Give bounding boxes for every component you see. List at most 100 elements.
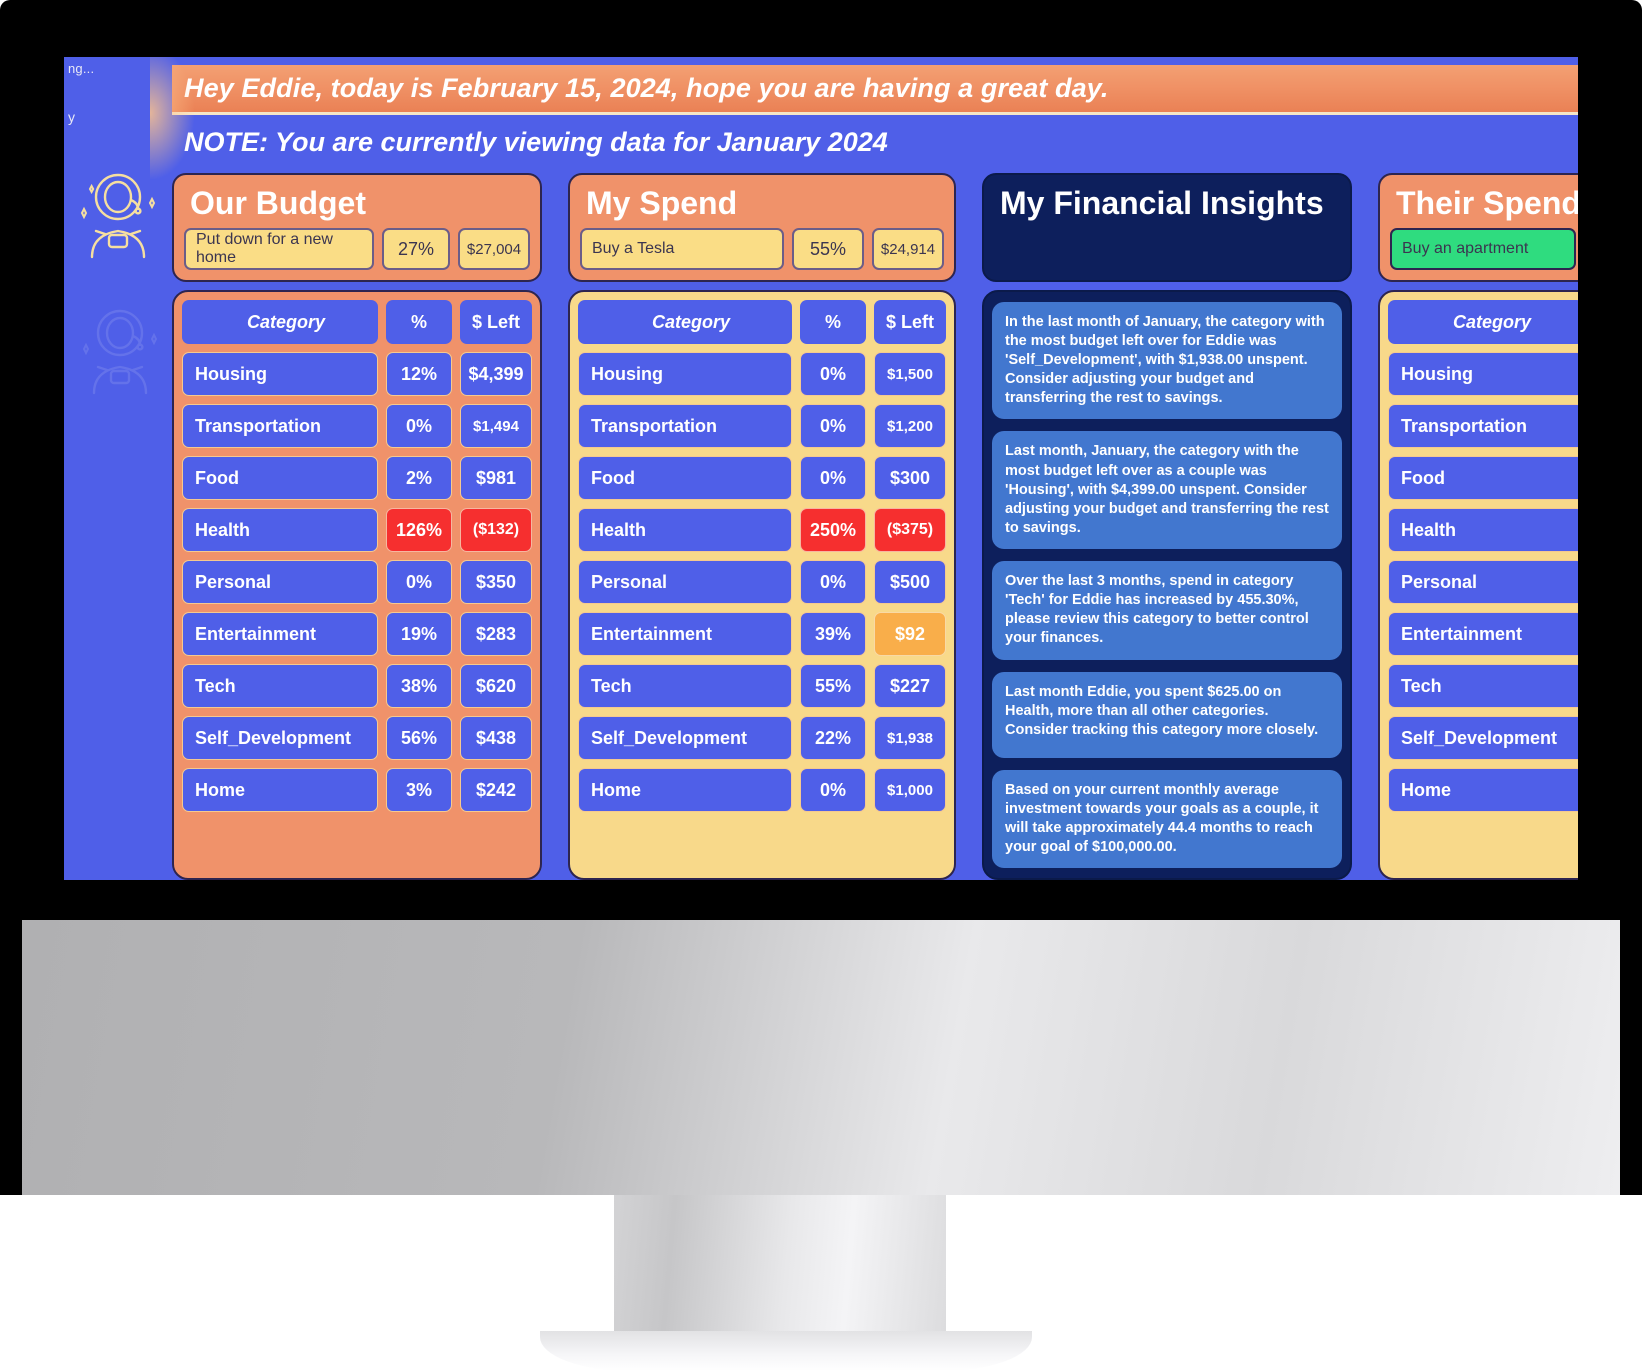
goal-name-field[interactable]: Buy an apartment bbox=[1390, 228, 1576, 270]
table-row[interactable]: Housing 12% $4,399 bbox=[182, 352, 532, 396]
cell-category: Personal bbox=[182, 560, 378, 604]
card-financial-insights: My Financial Insights In the last month … bbox=[982, 173, 1352, 880]
card-header: Their Spend Buy an apartment bbox=[1378, 173, 1578, 282]
astronaut-icon bbox=[78, 305, 162, 400]
sidebar-clipped-text-2: y bbox=[68, 109, 75, 125]
cell-left: $1,000 bbox=[874, 768, 946, 812]
table-row[interactable]: Transportation bbox=[1388, 404, 1578, 448]
cell-left: $1,200 bbox=[874, 404, 946, 448]
cell-left: $1,938 bbox=[874, 716, 946, 760]
table-row[interactable]: Home bbox=[1388, 768, 1578, 812]
stand-base bbox=[540, 1331, 1032, 1371]
cell-category: Food bbox=[1388, 456, 1578, 500]
table-header-row: Category % $ Left bbox=[1388, 300, 1578, 344]
table-row[interactable]: Housing 0% $1,500 bbox=[578, 352, 946, 396]
cell-category: Tech bbox=[578, 664, 792, 708]
table-row[interactable]: Food bbox=[1388, 456, 1578, 500]
cell-left: ($375) bbox=[874, 508, 946, 552]
monitor-mockup: ng... y Hey Eddie, today is February 15,… bbox=[0, 0, 1642, 1371]
cell-category: Entertainment bbox=[1388, 612, 1578, 656]
cell-percent: 0% bbox=[800, 404, 866, 448]
stand-body bbox=[22, 920, 1620, 1195]
table-row[interactable]: Home 0% $1,000 bbox=[578, 768, 946, 812]
astronaut-icon bbox=[76, 169, 160, 264]
cell-percent: 3% bbox=[386, 768, 452, 812]
insight-card[interactable]: In the last month of January, the catego… bbox=[992, 301, 1342, 420]
cell-category: Entertainment bbox=[182, 612, 378, 656]
insight-card[interactable]: Based on your current monthly average in… bbox=[992, 769, 1342, 868]
table-row[interactable]: Self_Development 56% $438 bbox=[182, 716, 532, 760]
table-row[interactable]: Personal 0% $350 bbox=[182, 560, 532, 604]
cell-percent: 2% bbox=[386, 456, 452, 500]
cell-left: $1,500 bbox=[874, 352, 946, 396]
cell-category: Home bbox=[578, 768, 792, 812]
budget-dashboard-app: ng... y Hey Eddie, today is February 15,… bbox=[64, 57, 1578, 880]
greeting-banner: Hey Eddie, today is February 15, 2024, h… bbox=[172, 65, 1578, 115]
cell-percent: 250% bbox=[800, 508, 866, 552]
cell-left: $500 bbox=[874, 560, 946, 604]
goal-name-field[interactable]: Buy a Tesla bbox=[580, 228, 784, 270]
card-header: My Financial Insights bbox=[982, 173, 1352, 282]
page-title: Their Spend bbox=[1396, 185, 1578, 221]
column-header-percent: % bbox=[800, 300, 866, 344]
header-glow bbox=[150, 57, 194, 179]
page-title: Our Budget bbox=[190, 185, 366, 221]
table-row[interactable]: Housing bbox=[1388, 352, 1578, 396]
cell-category: Home bbox=[182, 768, 378, 812]
cell-category: Health bbox=[1388, 508, 1578, 552]
card-our-budget: Our Budget Put down for a new home 27% $… bbox=[172, 173, 542, 880]
table-row[interactable]: Entertainment 19% $283 bbox=[182, 612, 532, 656]
insight-card[interactable]: Last month, January, the category with t… bbox=[992, 431, 1342, 549]
sidebar: ng... y bbox=[64, 57, 168, 880]
table-row[interactable]: Health 126% ($132) bbox=[182, 508, 532, 552]
column-header-category: Category bbox=[1388, 300, 1578, 344]
table-row[interactable]: Food 2% $981 bbox=[182, 456, 532, 500]
cell-percent: 0% bbox=[800, 768, 866, 812]
cell-category: Housing bbox=[1388, 352, 1578, 396]
table-row[interactable]: Transportation 0% $1,494 bbox=[182, 404, 532, 448]
column-header-category: Category bbox=[182, 300, 378, 344]
cell-percent: 0% bbox=[386, 404, 452, 448]
cell-category: Health bbox=[578, 508, 792, 552]
insights-list: In the last month of January, the catego… bbox=[982, 289, 1352, 880]
cell-category: Personal bbox=[1388, 560, 1578, 604]
cell-category: Food bbox=[182, 456, 378, 500]
table-row[interactable]: Health bbox=[1388, 508, 1578, 552]
cell-percent: 39% bbox=[800, 612, 866, 656]
goal-percent-badge: 55% bbox=[792, 228, 864, 270]
table-row[interactable]: Health 250% ($375) bbox=[578, 508, 946, 552]
cell-percent: 38% bbox=[386, 664, 452, 708]
column-header-category: Category bbox=[578, 300, 792, 344]
cell-left: $620 bbox=[460, 664, 532, 708]
cell-percent: 0% bbox=[800, 456, 866, 500]
table-row[interactable]: Home 3% $242 bbox=[182, 768, 532, 812]
page-title: My Financial Insights bbox=[1000, 185, 1324, 221]
insight-card[interactable]: Last month Eddie, you spent $625.00 on H… bbox=[992, 671, 1342, 758]
cell-category: Housing bbox=[578, 352, 792, 396]
table-row[interactable]: Food 0% $300 bbox=[578, 456, 946, 500]
cell-left: $227 bbox=[874, 664, 946, 708]
spend-table: Category % $ Left Housing 0% $1,500 Transp… bbox=[568, 290, 956, 880]
cell-left: ($132) bbox=[460, 508, 532, 552]
card-header: Our Budget Put down for a new home 27% $… bbox=[172, 173, 542, 282]
table-row[interactable]: Personal 0% $500 bbox=[578, 560, 946, 604]
table-row[interactable]: Transportation 0% $1,200 bbox=[578, 404, 946, 448]
cell-category: Self_Development bbox=[578, 716, 792, 760]
table-row[interactable]: Tech bbox=[1388, 664, 1578, 708]
table-row[interactable]: Entertainment bbox=[1388, 612, 1578, 656]
goal-row: Put down for a new home 27% $27,004 bbox=[184, 228, 530, 270]
goal-name-field[interactable]: Put down for a new home bbox=[184, 228, 375, 270]
note-text: NOTE: You are currently viewing data for… bbox=[184, 126, 888, 157]
table-row[interactable]: Self_Development bbox=[1388, 716, 1578, 760]
table-row[interactable]: Personal bbox=[1388, 560, 1578, 604]
table-row[interactable]: Entertainment 39% $92 bbox=[578, 612, 946, 656]
cards-row: Our Budget Put down for a new home 27% $… bbox=[168, 173, 1578, 880]
cell-category: Self_Development bbox=[182, 716, 378, 760]
table-row[interactable]: Tech 38% $620 bbox=[182, 664, 532, 708]
cell-category: Health bbox=[182, 508, 378, 552]
insight-card[interactable]: Over the last 3 months, spend in categor… bbox=[992, 561, 1342, 660]
table-row[interactable]: Self_Development 22% $1,938 bbox=[578, 716, 946, 760]
cell-left: $283 bbox=[460, 612, 532, 656]
cell-left: $1,494 bbox=[460, 404, 532, 448]
table-row[interactable]: Tech 55% $227 bbox=[578, 664, 946, 708]
